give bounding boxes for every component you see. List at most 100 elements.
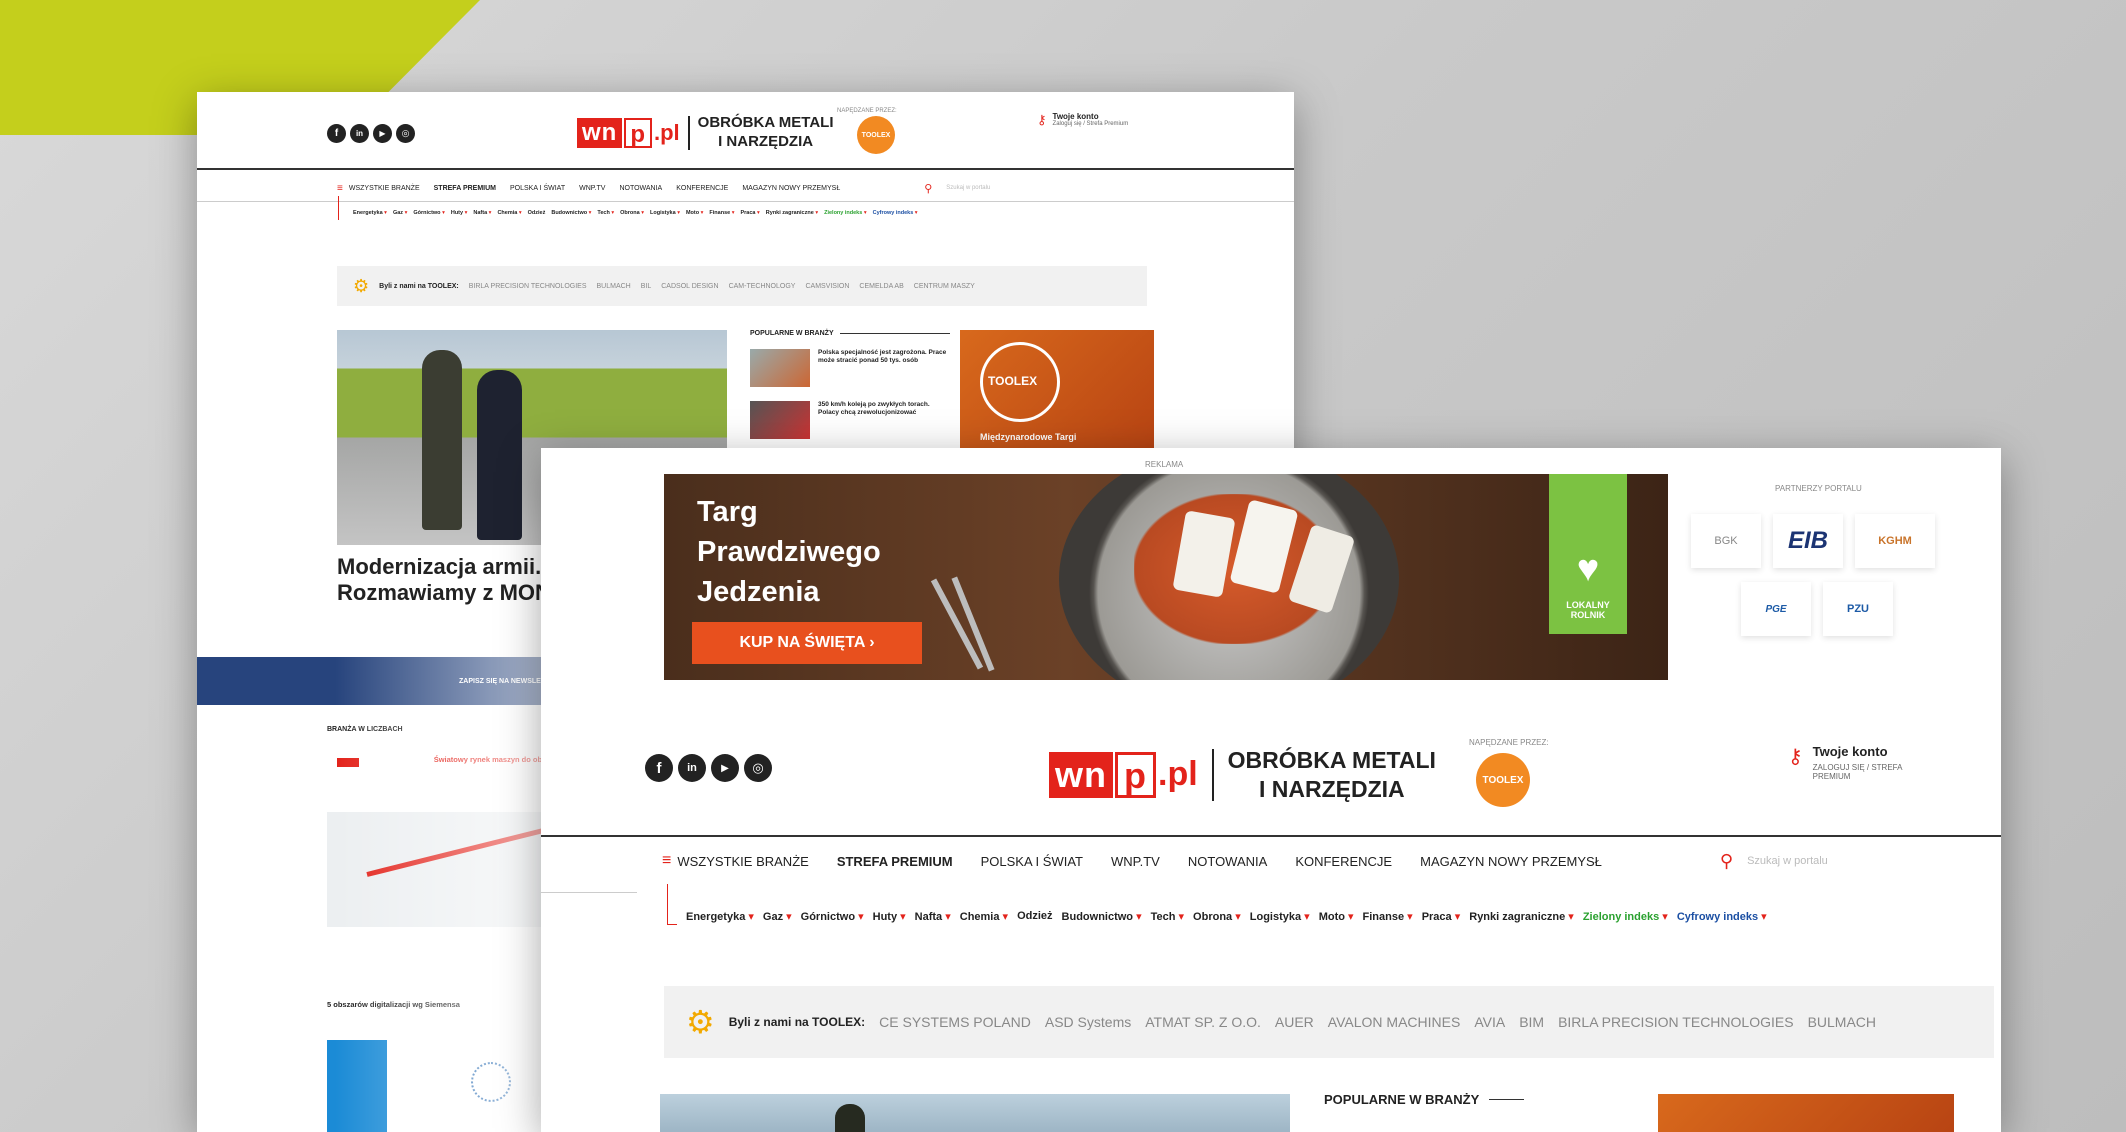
ad-line2: Prawdziwego xyxy=(697,536,881,569)
nav-polska-i-swiat[interactable]: POLSKA I ŚWIAT xyxy=(981,854,1083,869)
menu-icon[interactable]: ≡ xyxy=(662,852,671,870)
sub-nav-item[interactable]: Finanse ▾ xyxy=(1363,910,1413,923)
linkedin-icon[interactable]: in xyxy=(678,754,706,782)
sub-nav-item[interactable]: Gaz ▾ xyxy=(393,210,407,216)
back-search-input[interactable]: Szukaj w portalu xyxy=(946,185,990,191)
ad-cta-button[interactable]: KUP NA ŚWIĘTA › xyxy=(692,622,922,664)
front-partner[interactable]: ASD Systems xyxy=(1045,1014,1131,1030)
sub-nav-item[interactable]: Budownictwo ▾ xyxy=(551,210,591,216)
sub-nav-item[interactable]: Zielony indeks ▾ xyxy=(824,210,867,216)
nav-polska-i-swiat[interactable]: POLSKA I ŚWIAT xyxy=(510,185,565,192)
nav-wnptv[interactable]: WNP.TV xyxy=(1111,854,1160,869)
instagram-icon[interactable]: ◎ xyxy=(744,754,772,782)
sub-nav-item[interactable]: Chemia ▾ xyxy=(497,210,521,216)
sub-nav-item[interactable]: Finanse ▾ xyxy=(709,210,734,216)
back-account[interactable]: ⚷ Twoje konto Zaloguj się / Strefa Premi… xyxy=(1037,112,1133,128)
sub-nav-item[interactable]: Tech ▾ xyxy=(1151,910,1184,923)
back-partner[interactable]: CADSOL DESIGN xyxy=(661,283,718,290)
back-partner[interactable]: CENTRUM MASZY xyxy=(914,283,975,290)
sub-nav-item[interactable]: Logistyka ▾ xyxy=(650,210,680,216)
sub-nav-item[interactable]: Gaz ▾ xyxy=(763,910,792,923)
nav-wszystkie-branze[interactable]: WSZYSTKIE BRANŻE xyxy=(677,854,808,869)
menu-icon[interactable]: ≡ xyxy=(337,183,343,194)
sub-nav-item[interactable]: Chemia ▾ xyxy=(960,910,1008,923)
sub-nav-item[interactable]: Rynki zagraniczne ▾ xyxy=(1469,910,1574,923)
facebook-icon[interactable]: f xyxy=(327,124,346,143)
front-partner[interactable]: AVALON MACHINES xyxy=(1328,1014,1461,1030)
linkedin-icon[interactable]: in xyxy=(350,124,369,143)
nav-magazyn[interactable]: MAGAZYN NOWY PRZEMYSŁ xyxy=(1420,854,1602,869)
sub-nav-item[interactable]: Zielony indeks ▾ xyxy=(1583,910,1668,923)
search-icon[interactable]: ⚲ xyxy=(924,182,932,195)
back-toolex-promo[interactable]: TOOLEX Międzynarodowe Targi xyxy=(960,330,1154,450)
key-icon: ⚷ xyxy=(1037,112,1047,127)
sub-nav-item[interactable]: Logistyka ▾ xyxy=(1250,910,1310,923)
ad-banner[interactable]: Targ Prawdziwego Jedzenia KUP NA ŚWIĘTA … xyxy=(664,474,1668,680)
sub-nav-item[interactable]: Obrona ▾ xyxy=(1193,910,1241,923)
sub-nav-item[interactable]: Tech ▾ xyxy=(597,210,614,216)
back-partner[interactable]: BIRLA PRECISION TECHNOLOGIES xyxy=(469,283,587,290)
nav-konferencje[interactable]: KONFERENCJE xyxy=(1295,854,1392,869)
nav-wszystkie-branze[interactable]: WSZYSTKIE BRANŻE xyxy=(349,185,420,192)
partner-pzu-logo[interactable]: PZU xyxy=(1823,582,1893,636)
sub-nav-item[interactable]: Budownictwo ▾ xyxy=(1062,910,1142,923)
sub-nav-item[interactable]: Moto ▾ xyxy=(1319,910,1354,923)
nav-strefa-premium[interactable]: STREFA PREMIUM xyxy=(434,185,496,192)
front-partner[interactable]: CE SYSTEMS POLAND xyxy=(879,1014,1031,1030)
sub-nav-item[interactable]: Cyfrowy indeks ▾ xyxy=(873,210,918,216)
sub-nav-item[interactable]: Praca ▾ xyxy=(1422,910,1461,923)
nav-notowania[interactable]: NOTOWANIA xyxy=(1188,854,1267,869)
sub-nav-item[interactable]: Nafta ▾ xyxy=(915,910,951,923)
back-partner[interactable]: CAMSVISION xyxy=(805,283,849,290)
front-partner[interactable]: BULMACH xyxy=(1808,1014,1876,1030)
sub-nav-item[interactable]: Praca ▾ xyxy=(741,210,760,216)
partner-bgk-logo[interactable]: BGK xyxy=(1691,514,1761,568)
partner-pge-logo[interactable]: PGE xyxy=(1741,582,1811,636)
front-toolex-promo[interactable] xyxy=(1658,1094,1954,1132)
back-partner[interactable]: CEMELDA AB xyxy=(859,283,903,290)
sub-nav-item[interactable]: Odzież xyxy=(1017,910,1052,922)
sub-nav-item[interactable]: Nafta ▾ xyxy=(473,210,491,216)
front-partner[interactable]: BIRLA PRECISION TECHNOLOGIES xyxy=(1558,1014,1793,1030)
facebook-icon[interactable]: f xyxy=(645,754,673,782)
back-popular-item[interactable]: 350 km/h koleją po zwykłych torach. Pola… xyxy=(750,401,950,439)
sub-nav-item[interactable]: Górnictwo ▾ xyxy=(413,210,445,216)
youtube-icon[interactable]: ▶ xyxy=(373,124,392,143)
partner-kghm-logo[interactable]: KGHM xyxy=(1855,514,1935,568)
back-logo[interactable]: wn p .pl OBRÓBKA METALI I NARZĘDZIA xyxy=(577,114,834,152)
nav-wnptv[interactable]: WNP.TV xyxy=(579,185,605,192)
back-partner[interactable]: CAM-TECHNOLOGY xyxy=(729,283,796,290)
front-partner[interactable]: AUER xyxy=(1275,1014,1314,1030)
nav-notowania[interactable]: NOTOWANIA xyxy=(619,185,662,192)
front-partner[interactable]: AVIA xyxy=(1474,1014,1505,1030)
nav-strefa-premium[interactable]: STREFA PREMIUM xyxy=(837,854,953,869)
back-partner[interactable]: BULMACH xyxy=(597,283,631,290)
sub-nav-item[interactable]: Huty ▾ xyxy=(873,910,906,923)
sub-nav-item[interactable]: Energetyka ▾ xyxy=(686,910,754,923)
youtube-icon[interactable]: ▶ xyxy=(711,754,739,782)
sub-nav-item[interactable]: Energetyka ▾ xyxy=(353,210,387,216)
back-popular-item[interactable]: Polska specjalność jest zagrożona. Prace… xyxy=(750,349,950,387)
nav-magazyn[interactable]: MAGAZYN NOWY PRZEMYSŁ xyxy=(742,185,840,192)
sub-nav-item[interactable]: Cyfrowy indeks ▾ xyxy=(1677,910,1767,923)
back-partner[interactable]: BIL xyxy=(641,283,652,290)
front-search-input[interactable]: Szukaj w portalu xyxy=(1747,855,1828,867)
sub-nav-item[interactable]: Moto ▾ xyxy=(686,210,703,216)
front-toolex-logo[interactable]: TOOLEX xyxy=(1476,753,1530,807)
front-account[interactable]: ⚷ Twoje konto ZALOGUJ SIĘ / STREFA PREMI… xyxy=(1788,744,1902,781)
front-hero-image[interactable] xyxy=(660,1094,1290,1132)
nav-konferencje[interactable]: KONFERENCJE xyxy=(676,185,728,192)
search-icon[interactable]: ⚲ xyxy=(1720,851,1733,872)
partner-eib-logo[interactable]: EIB xyxy=(1773,514,1843,568)
sub-nav-item[interactable]: Górnictwo ▾ xyxy=(801,910,864,923)
sub-nav-item[interactable]: Odzież xyxy=(528,210,546,216)
sub-nav-item[interactable]: Rynki zagraniczne ▾ xyxy=(766,210,818,216)
instagram-icon[interactable]: ◎ xyxy=(396,124,415,143)
sub-nav-item[interactable]: Huty ▾ xyxy=(451,210,468,216)
back-toolex-logo[interactable]: TOOLEX xyxy=(857,116,895,154)
sub-nav-item[interactable]: Obrona ▾ xyxy=(620,210,644,216)
lokalny-rolnik-badge[interactable]: ♥ LOKALNY ROLNIK xyxy=(1549,474,1627,634)
front-partner[interactable]: ATMAT SP. Z O.O. xyxy=(1145,1014,1261,1030)
front-logo[interactable]: wn p .pl OBRÓBKA METALI I NARZĘDZIA xyxy=(1049,746,1436,804)
front-partner[interactable]: BIM xyxy=(1519,1014,1544,1030)
